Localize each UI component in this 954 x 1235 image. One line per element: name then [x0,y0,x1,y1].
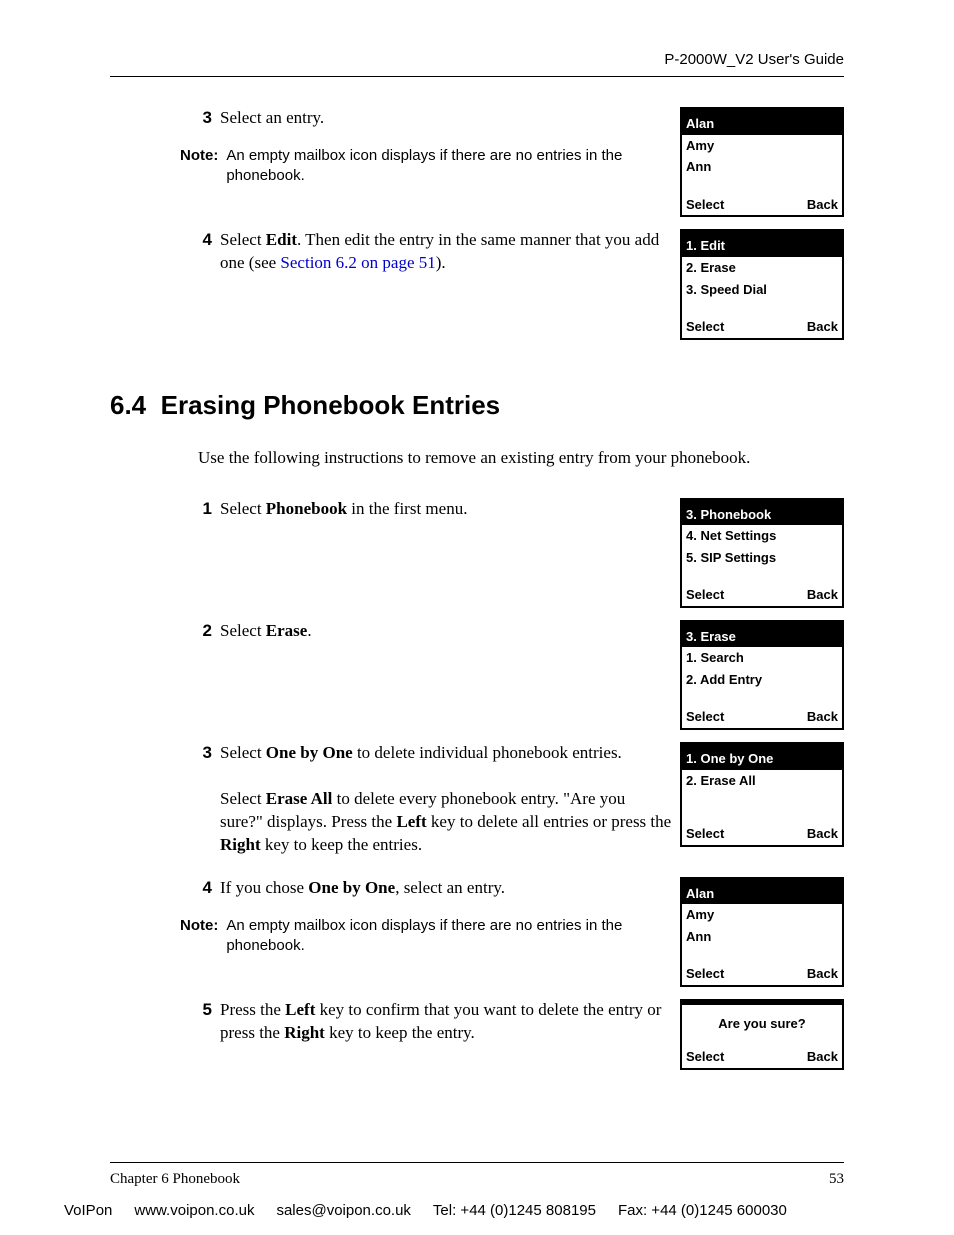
screen-line: 3. Speed Dial [682,279,842,301]
step-text: Select One by One to delete individual p… [220,742,672,857]
softkey-left: Select [686,965,724,983]
screen-highlight: Alan [682,113,842,135]
screen-highlight: 1. Edit [682,235,842,257]
step-3b: 3 Select One by One to delete individual… [198,742,672,857]
softkey-left: Select [686,708,724,726]
screen-highlight: 1. One by One [682,748,842,770]
screen-highlight: 3. Erase [682,626,842,648]
softkey-right: Back [807,1048,838,1066]
phone-screen-contacts-2: Alan Amy Ann Select Back [680,877,844,987]
phone-screen-confirm: Are you sure? Select Back [680,999,844,1070]
phone-screen-erase-menu: 1. One by One 2. Erase All Select Back [680,742,844,847]
step-text: Select Phonebook in the first menu. [220,498,672,521]
note-label: Note: [180,916,218,957]
footer-rule [110,1162,844,1163]
screen-highlight: Alan [682,883,842,905]
phone-screen-main-menu: 3. Phonebook 4. Net Settings 5. SIP Sett… [680,498,844,608]
note-top: Note: An empty mailbox icon displays if … [180,146,672,187]
step-text: Select an entry. [220,107,672,130]
section-intro: Use the following instructions to remove… [198,447,844,470]
screen-line: Amy [682,135,842,157]
step-number: 4 [198,877,212,900]
vendor-email: sales@voipon.co.uk [276,1201,410,1221]
step-4: 4 Select Edit. Then edit the entry in th… [198,229,672,275]
step-number: 4 [198,229,212,275]
screen-line: 4. Net Settings [682,525,842,547]
softkey-right: Back [807,196,838,214]
screen-line: 2. Erase [682,257,842,279]
step-1: 1 Select Phonebook in the first menu. [198,498,672,521]
vendor-fax: Fax: +44 (0)1245 600030 [618,1201,787,1221]
step-2: 2 Select Erase. [198,620,672,643]
phone-screen-edit-menu: 1. Edit 2. Erase 3. Speed Dial Select Ba… [680,229,844,339]
softkey-left: Select [686,825,724,843]
step-3: 3 Select an entry. [198,107,672,130]
step-number: 3 [198,107,212,130]
note-bottom: Note: An empty mailbox icon displays if … [180,916,672,957]
step-number: 1 [198,498,212,521]
phone-screen-phonebook-menu: 3. Erase 1. Search 2. Add Entry Select B… [680,620,844,730]
softkey-right: Back [807,586,838,604]
screen-highlight: 3. Phonebook [682,504,842,526]
screen-line: 2. Add Entry [682,669,842,691]
screen-line: 2. Erase All [682,770,842,792]
screen-line: Ann [682,926,842,948]
step-4b: 4 If you chose One by One, select an ent… [198,877,672,900]
footer-page: 53 [829,1169,844,1189]
header-guide-title: P-2000W_V2 User's Guide [110,50,844,70]
screen-line: Amy [682,904,842,926]
cross-ref-link[interactable]: Section 6.2 on page 51 [280,253,435,272]
softkey-left: Select [686,1048,724,1066]
footer-chapter: Chapter 6 Phonebook [110,1169,240,1189]
softkey-left: Select [686,196,724,214]
softkey-right: Back [807,708,838,726]
phone-screen-contacts: Alan Amy Ann Select Back [680,107,844,217]
step-text: If you chose One by One, select an entry… [220,877,672,900]
note-label: Note: [180,146,218,187]
step-text: Select Edit. Then edit the entry in the … [220,229,672,275]
screen-line: 5. SIP Settings [682,547,842,569]
vendor-footer: VoIPon www.voipon.co.uk sales@voipon.co.… [64,1201,890,1221]
section-heading: 6.4 Erasing Phonebook Entries [110,388,844,423]
softkey-right: Back [807,318,838,336]
step-text: Press the Left key to confirm that you w… [220,999,672,1045]
softkey-right: Back [807,825,838,843]
step-number: 5 [198,999,212,1045]
screen-line: 1. Search [682,647,842,669]
note-text: An empty mailbox icon displays if there … [226,146,672,187]
step-5: 5 Press the Left key to confirm that you… [198,999,672,1045]
screen-prompt: Are you sure? [682,1013,842,1035]
softkey-left: Select [686,586,724,604]
screen-line: Ann [682,156,842,178]
header-rule [110,76,844,77]
vendor-tel: Tel: +44 (0)1245 808195 [433,1201,596,1221]
step-text: Select Erase. [220,620,672,643]
step-number: 2 [198,620,212,643]
softkey-left: Select [686,318,724,336]
note-text: An empty mailbox icon displays if there … [226,916,672,957]
softkey-right: Back [807,965,838,983]
vendor-web: www.voipon.co.uk [134,1201,254,1221]
step-number: 3 [198,742,212,857]
vendor-name: VoIPon [64,1201,112,1221]
